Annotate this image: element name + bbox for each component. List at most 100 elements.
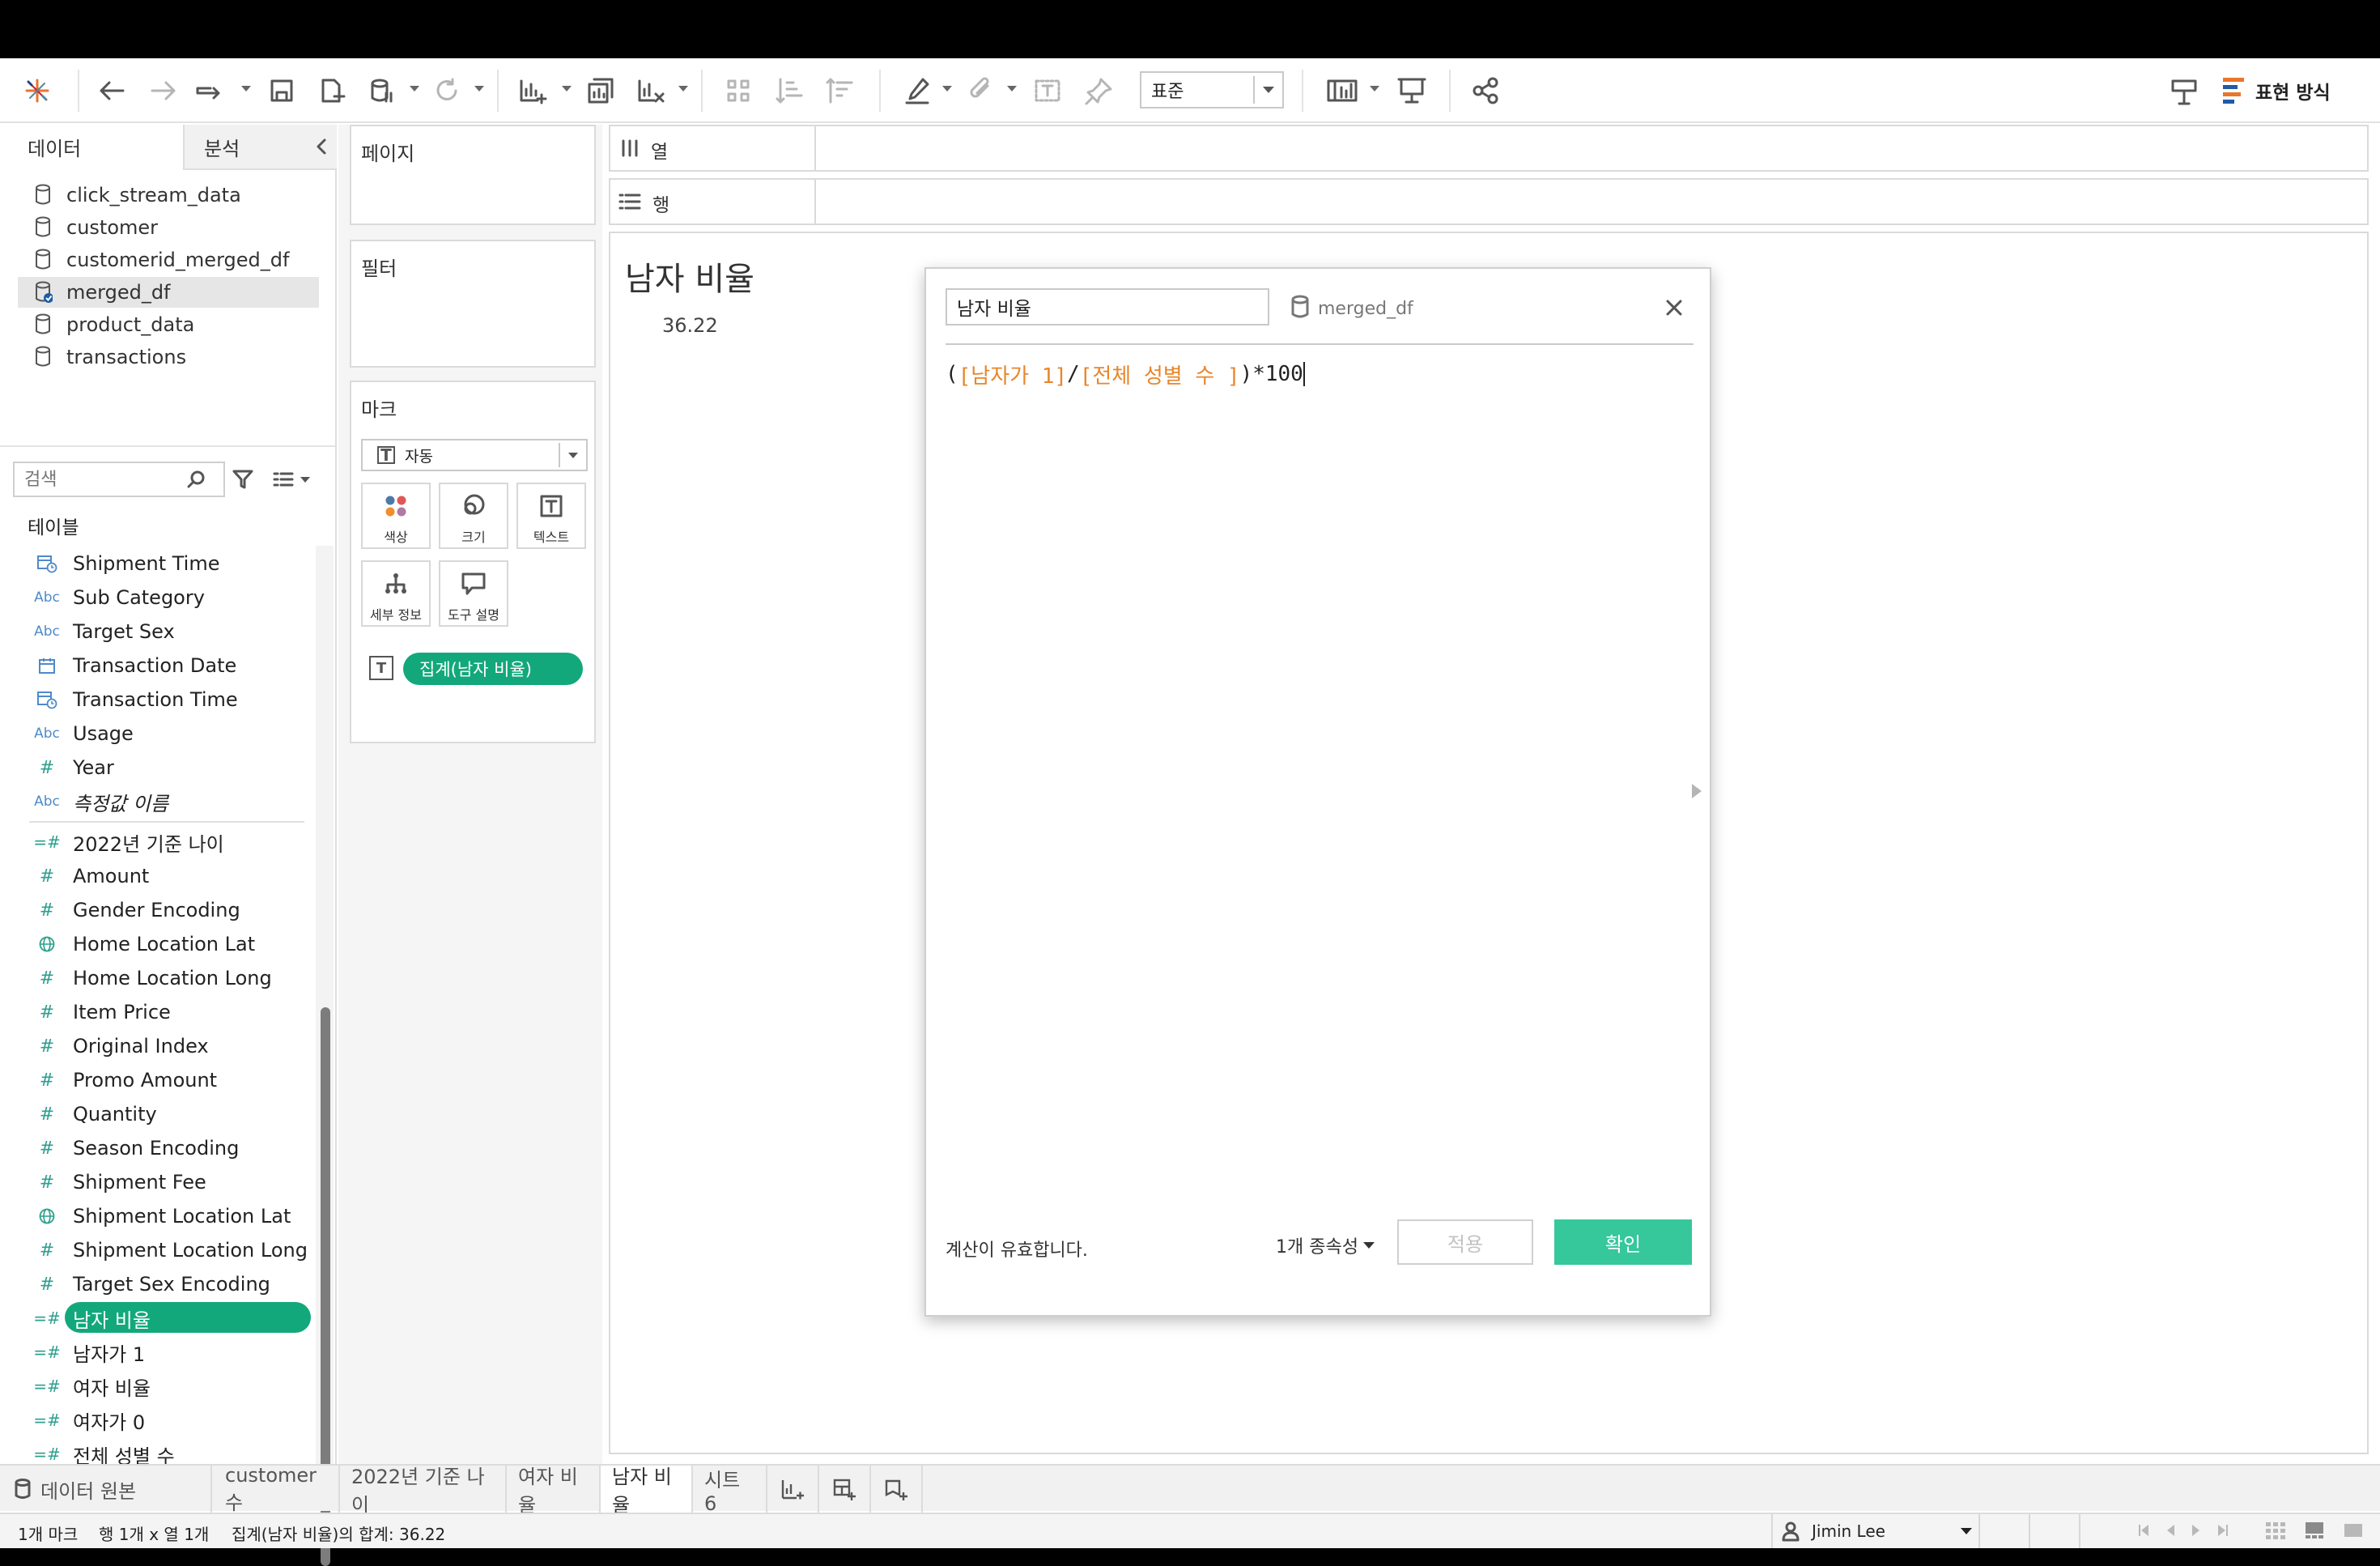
datasource-item[interactable]: transactions xyxy=(18,342,319,372)
measure-field[interactable]: =# 전체 성별 수 xyxy=(29,1438,309,1464)
measure-field[interactable]: # Promo Amount xyxy=(29,1064,309,1096)
highlight-icon[interactable] xyxy=(900,73,936,109)
filters-shelf[interactable]: 필터 xyxy=(350,240,596,368)
datasource-item[interactable]: customerid_merged_df xyxy=(18,245,319,275)
measure-field[interactable]: # Home Location Long xyxy=(29,962,309,994)
dimension-field[interactable]: Abc 측정값 이름 xyxy=(29,785,309,818)
show-me-button[interactable]: 표현 방식 xyxy=(2223,73,2331,109)
last-sheet-icon[interactable] xyxy=(2216,1522,2229,1543)
measure-field[interactable]: # Original Index xyxy=(29,1030,309,1062)
filter-icon[interactable] xyxy=(228,465,257,494)
tableau-logo-icon[interactable] xyxy=(19,73,55,109)
new-worksheet-icon[interactable] xyxy=(767,1466,819,1513)
color-button[interactable]: 색상 xyxy=(361,483,431,549)
dimension-field[interactable]: Abc Target Sex xyxy=(29,615,309,648)
measure-field[interactable]: =# 여자가 0 xyxy=(29,1404,309,1436)
detail-button[interactable]: 세부 정보 xyxy=(361,560,431,627)
dimension-field[interactable]: # Year xyxy=(29,751,309,784)
measure-field[interactable]: # Item Price xyxy=(29,996,309,1028)
sheet-tab[interactable]: 2022년 기준 나이 xyxy=(340,1466,507,1517)
mark-value-label[interactable]: 36.22 xyxy=(662,314,718,337)
datasource-item[interactable]: click_stream_data xyxy=(18,180,319,211)
new-datasource-icon[interactable] xyxy=(314,73,350,109)
user-menu[interactable]: Jimin Lee xyxy=(1781,1517,1972,1545)
rows-shelf[interactable]: 행 xyxy=(609,178,2369,225)
show-filmstrip-icon[interactable] xyxy=(2304,1521,2325,1544)
show-cards-icon[interactable] xyxy=(1324,73,1360,109)
new-story-icon[interactable] xyxy=(871,1466,923,1513)
new-dashboard-icon[interactable] xyxy=(819,1466,871,1513)
search-input[interactable] xyxy=(24,469,186,490)
sort-ascending-icon[interactable] xyxy=(772,73,808,109)
swap-rows-columns-icon[interactable] xyxy=(720,73,756,109)
measure-field[interactable]: =# 여자 비율 xyxy=(29,1370,309,1402)
group-members-icon[interactable] xyxy=(963,73,999,109)
sheet-tab[interactable]: 남자 비율 xyxy=(601,1466,693,1517)
fix-axes-icon[interactable] xyxy=(1082,73,1117,109)
expand-functions-icon[interactable] xyxy=(1692,784,1702,798)
apply-button[interactable]: 적용 xyxy=(1397,1219,1533,1265)
tooltip-pin-icon[interactable] xyxy=(2166,73,2202,109)
dimension-field[interactable]: Abc Usage xyxy=(29,717,309,750)
size-button[interactable]: 크기 xyxy=(439,483,508,549)
measure-field[interactable]: Home Location Lat xyxy=(29,928,309,960)
measure-field[interactable]: # Target Sex Encoding xyxy=(29,1268,309,1300)
show-sheet-sorter-icon[interactable] xyxy=(2265,1521,2286,1544)
datasource-item[interactable]: customer xyxy=(18,212,319,243)
dimension-field[interactable]: Abc Sub Category xyxy=(29,581,309,614)
sort-descending-icon[interactable] xyxy=(822,73,858,109)
tab-datasource[interactable]: 데이터 원본 xyxy=(0,1466,212,1513)
dimension-field[interactable]: Transaction Time xyxy=(29,683,309,716)
view-options-icon[interactable] xyxy=(267,465,316,494)
datasource-item[interactable]: product_data xyxy=(18,309,319,340)
duplicate-sheet-icon[interactable] xyxy=(583,73,618,109)
measure-field[interactable]: # Gender Encoding xyxy=(29,894,309,926)
undo-icon[interactable] xyxy=(94,73,130,109)
redo-icon[interactable] xyxy=(146,73,181,109)
measure-field[interactable]: # Shipment Location Long xyxy=(29,1234,309,1266)
measure-field[interactable]: =# 남자가 1 xyxy=(29,1336,309,1368)
ok-button[interactable]: 확인 xyxy=(1554,1219,1692,1265)
collapse-pane-icon[interactable] xyxy=(309,134,334,159)
show-mark-labels-icon[interactable] xyxy=(1030,73,1065,109)
refresh-icon[interactable] xyxy=(429,73,465,109)
new-worksheet-icon[interactable] xyxy=(515,73,550,109)
share-icon[interactable] xyxy=(1468,73,1504,109)
clear-sheet-icon[interactable] xyxy=(633,73,669,109)
sheet-tab[interactable]: customer 수 xyxy=(214,1464,340,1514)
next-sheet-icon[interactable] xyxy=(2191,1522,2202,1543)
close-icon[interactable] xyxy=(1661,295,1687,321)
dimension-field[interactable]: Transaction Date xyxy=(29,649,309,682)
text-encoding-icon[interactable]: T xyxy=(369,656,393,680)
calc-name-input[interactable]: 남자 비율 xyxy=(946,288,1269,326)
tooltip-button[interactable]: 도구 설명 xyxy=(439,560,508,627)
show-tabs-icon[interactable] xyxy=(2343,1521,2364,1544)
replay-animation-icon[interactable] xyxy=(193,73,228,109)
tab-data[interactable]: 데이터 xyxy=(0,125,183,170)
pages-shelf[interactable]: 페이지 xyxy=(350,125,596,225)
measure-field[interactable]: =# 남자 비율 xyxy=(29,1302,311,1334)
sheet-tab[interactable]: 여자 비율 xyxy=(507,1466,601,1517)
label-button[interactable]: 텍스트 xyxy=(516,483,586,549)
measure-field[interactable]: # Shipment Fee xyxy=(29,1166,309,1198)
datasource-item[interactable]: merged_df xyxy=(18,277,319,308)
sheet-tab[interactable]: 시트 6 xyxy=(693,1466,767,1515)
previous-sheet-icon[interactable] xyxy=(2165,1522,2176,1543)
dimension-field[interactable]: Shipment Time xyxy=(29,547,309,580)
presentation-mode-icon[interactable] xyxy=(1394,73,1430,109)
measure-field[interactable]: =# 2022년 기준 나이 xyxy=(29,826,309,858)
measure-field[interactable]: # Quantity xyxy=(29,1098,309,1130)
measure-field[interactable]: # Season Encoding xyxy=(29,1132,309,1164)
fit-select[interactable]: 표준 xyxy=(1140,71,1284,109)
measure-field[interactable]: Shipment Location Lat xyxy=(29,1200,309,1232)
pause-updates-icon[interactable] xyxy=(364,73,400,109)
columns-shelf[interactable]: 열 xyxy=(609,125,2369,172)
first-sheet-icon[interactable] xyxy=(2137,1522,2150,1543)
field-search[interactable] xyxy=(13,462,225,497)
save-icon[interactable] xyxy=(264,73,300,109)
measure-field[interactable]: # Amount xyxy=(29,860,309,892)
formula-editor[interactable]: ( [남자가 1] / [전체 성별 수 ] )*100 xyxy=(946,358,1694,1168)
mark-type-select[interactable]: T 자동 xyxy=(361,439,588,471)
mark-pill-sum-male-ratio[interactable]: 집계(남자 비율) xyxy=(403,653,583,685)
dependencies-dropdown[interactable]: 1개 종속성 xyxy=(1276,1232,1375,1258)
